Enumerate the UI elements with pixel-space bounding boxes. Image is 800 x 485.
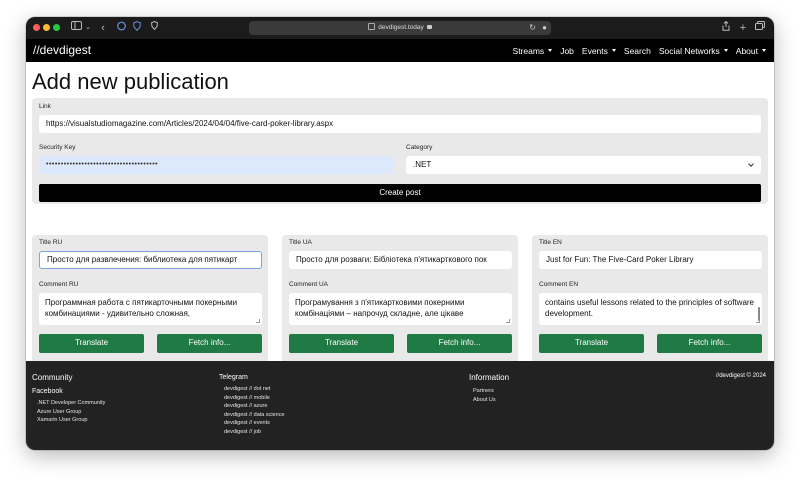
- main-nav: Streams Job Events Search Social Network…: [513, 39, 766, 62]
- share-icon[interactable]: [721, 20, 731, 35]
- resize-handle[interactable]: [756, 319, 760, 323]
- comment-ua-text: Програмування з п'ятикартковими покерним…: [295, 298, 465, 318]
- comment-ru-textarea[interactable]: Программная работа с пятикарточными поке…: [39, 293, 262, 325]
- title-en-input[interactable]: Just for Fun: The Five-Card Poker Librar…: [539, 251, 762, 269]
- translate-ua-button[interactable]: Translate: [289, 334, 394, 353]
- comment-ru-label: Comment RU: [39, 281, 79, 288]
- footer-link[interactable]: devdigest // azure: [224, 402, 285, 411]
- nav-job[interactable]: Job: [560, 46, 574, 56]
- category-label: Category: [406, 144, 433, 151]
- nav-about[interactable]: About: [736, 46, 766, 56]
- translate-en-button[interactable]: Translate: [539, 334, 644, 353]
- lock-icon: [426, 25, 432, 29]
- caret-down-icon: [611, 49, 616, 52]
- link-input[interactable]: https://visualstudiomagazine.com/Article…: [39, 115, 761, 133]
- back-arrow-icon[interactable]: ‹: [99, 21, 107, 35]
- extension-icon[interactable]: [150, 20, 158, 35]
- site-footer: Community Facebook .NET Developer Commun…: [26, 361, 774, 450]
- footer-copyright: //devdigest © 2024: [715, 373, 766, 379]
- footer-link[interactable]: Azure User Group: [37, 408, 105, 417]
- minimize-window-button[interactable]: [43, 24, 50, 31]
- comment-ru-text: Программная работа с пятикарточными поке…: [45, 298, 238, 318]
- browser-toolbar: ⌄ ‹ devdigest.today ↻ ● +: [26, 17, 774, 39]
- footer-link[interactable]: .NET Developer Community: [37, 399, 105, 408]
- title-en-label: Title EN: [539, 239, 562, 246]
- category-selected-value: .NET: [413, 160, 432, 169]
- privacy-shield-icon[interactable]: [116, 21, 126, 35]
- close-window-button[interactable]: [33, 24, 40, 31]
- nav-streams[interactable]: Streams: [513, 46, 553, 56]
- footer-telegram-list: devdigest // dot net devdigest // mobile…: [224, 385, 285, 436]
- title-en-panel: Title EN Just for Fun: The Five-Card Pok…: [532, 235, 768, 363]
- site-favicon-icon: [368, 23, 376, 30]
- maximize-window-button[interactable]: [53, 24, 60, 31]
- new-tab-icon[interactable]: +: [738, 21, 748, 35]
- nav-about-label: About: [735, 45, 758, 56]
- site-header: //devdigest Streams Job Events Search So…: [26, 39, 774, 62]
- footer-information-list: Partners About Us: [473, 387, 496, 404]
- reload-icon[interactable]: ↻: [529, 21, 536, 35]
- nav-search[interactable]: Search: [624, 46, 651, 56]
- nav-streams-label: Streams: [512, 45, 545, 56]
- title-ru-label: Title RU: [39, 239, 63, 246]
- footer-information-heading: Information: [469, 373, 510, 382]
- shield-icon[interactable]: [132, 21, 142, 35]
- footer-link[interactable]: devdigest // mobile: [224, 394, 285, 403]
- nav-events-label: Events: [581, 45, 608, 56]
- footer-link[interactable]: devdigest // data science: [224, 411, 285, 420]
- title-ru-input[interactable]: Просто для развлечения: библиотека для п…: [39, 251, 262, 269]
- main-content: Add new publication Link https://visuals…: [26, 62, 774, 363]
- fetch-info-ua-button[interactable]: Fetch info...: [407, 334, 512, 353]
- category-select[interactable]: .NET: [406, 156, 761, 174]
- footer-community-heading: Community: [32, 373, 73, 382]
- nav-social-networks-label: Social Networks: [658, 45, 720, 56]
- nav-job-label: Job: [560, 45, 574, 56]
- footer-link[interactable]: Partners: [473, 387, 496, 396]
- footer-link[interactable]: Xamarin User Group: [37, 416, 105, 425]
- site-logo[interactable]: //devdigest: [33, 42, 91, 58]
- caret-down-icon: [762, 49, 766, 52]
- page-title: Add new publication: [32, 69, 229, 94]
- fetch-info-ru-button[interactable]: Fetch info...: [157, 334, 262, 353]
- chevron-down-icon[interactable]: ⌄: [84, 21, 92, 35]
- comment-ua-label: Comment UA: [289, 281, 329, 288]
- create-post-button[interactable]: Create post: [39, 184, 761, 202]
- comment-en-label: Comment EN: [539, 281, 579, 288]
- comment-ua-textarea[interactable]: Програмування з п'ятикартковими покерним…: [289, 293, 512, 325]
- resize-handle[interactable]: [506, 319, 510, 323]
- footer-link[interactable]: devdigest // job: [224, 428, 285, 437]
- browser-window: ⌄ ‹ devdigest.today ↻ ● + //devdigest St…: [26, 17, 774, 450]
- title-ru-panel: Title RU Просто для развлечения: библиот…: [32, 235, 268, 363]
- publication-form-panel: Link https://visualstudiomagazine.com/Ar…: [32, 98, 768, 204]
- title-ua-input[interactable]: Просто для розваги: Бібліотека п'ятикарт…: [289, 251, 512, 269]
- chevron-down-icon: [748, 161, 754, 167]
- resize-handle[interactable]: [256, 319, 260, 323]
- nav-social-networks[interactable]: Social Networks: [659, 46, 728, 56]
- page-menu-icon[interactable]: ●: [542, 21, 547, 35]
- footer-telegram-heading: Telegram: [219, 374, 248, 381]
- nav-events[interactable]: Events: [582, 46, 616, 56]
- comment-en-textarea[interactable]: contains useful lessons related to the p…: [539, 293, 762, 325]
- footer-link[interactable]: About Us: [473, 396, 496, 405]
- footer-link[interactable]: devdigest // dot net: [224, 385, 285, 394]
- sidebar-toggle-icon[interactable]: [70, 21, 82, 35]
- nav-search-label: Search: [623, 45, 651, 56]
- title-ua-panel: Title UA Просто для розваги: Бібліотека …: [282, 235, 518, 363]
- link-label: Link: [39, 103, 51, 110]
- comment-en-text: contains useful lessons related to the p…: [545, 298, 755, 318]
- address-bar-url: devdigest.today: [378, 24, 424, 31]
- address-bar[interactable]: devdigest.today ↻ ●: [249, 21, 551, 35]
- title-ua-label: Title UA: [289, 239, 312, 246]
- security-key-label: Security Key: [39, 144, 76, 151]
- fetch-info-en-button[interactable]: Fetch info...: [657, 334, 762, 353]
- footer-facebook-heading: Facebook: [32, 388, 63, 395]
- tab-overview-icon[interactable]: [754, 21, 766, 35]
- caret-down-icon: [548, 49, 553, 52]
- translate-ru-button[interactable]: Translate: [39, 334, 144, 353]
- footer-community-list: .NET Developer Community Azure User Grou…: [37, 399, 105, 425]
- footer-link[interactable]: devdigest // events: [224, 419, 285, 428]
- caret-down-icon: [723, 49, 728, 52]
- security-key-input[interactable]: ••••••••••••••••••••••••••••••••••••••: [39, 156, 394, 174]
